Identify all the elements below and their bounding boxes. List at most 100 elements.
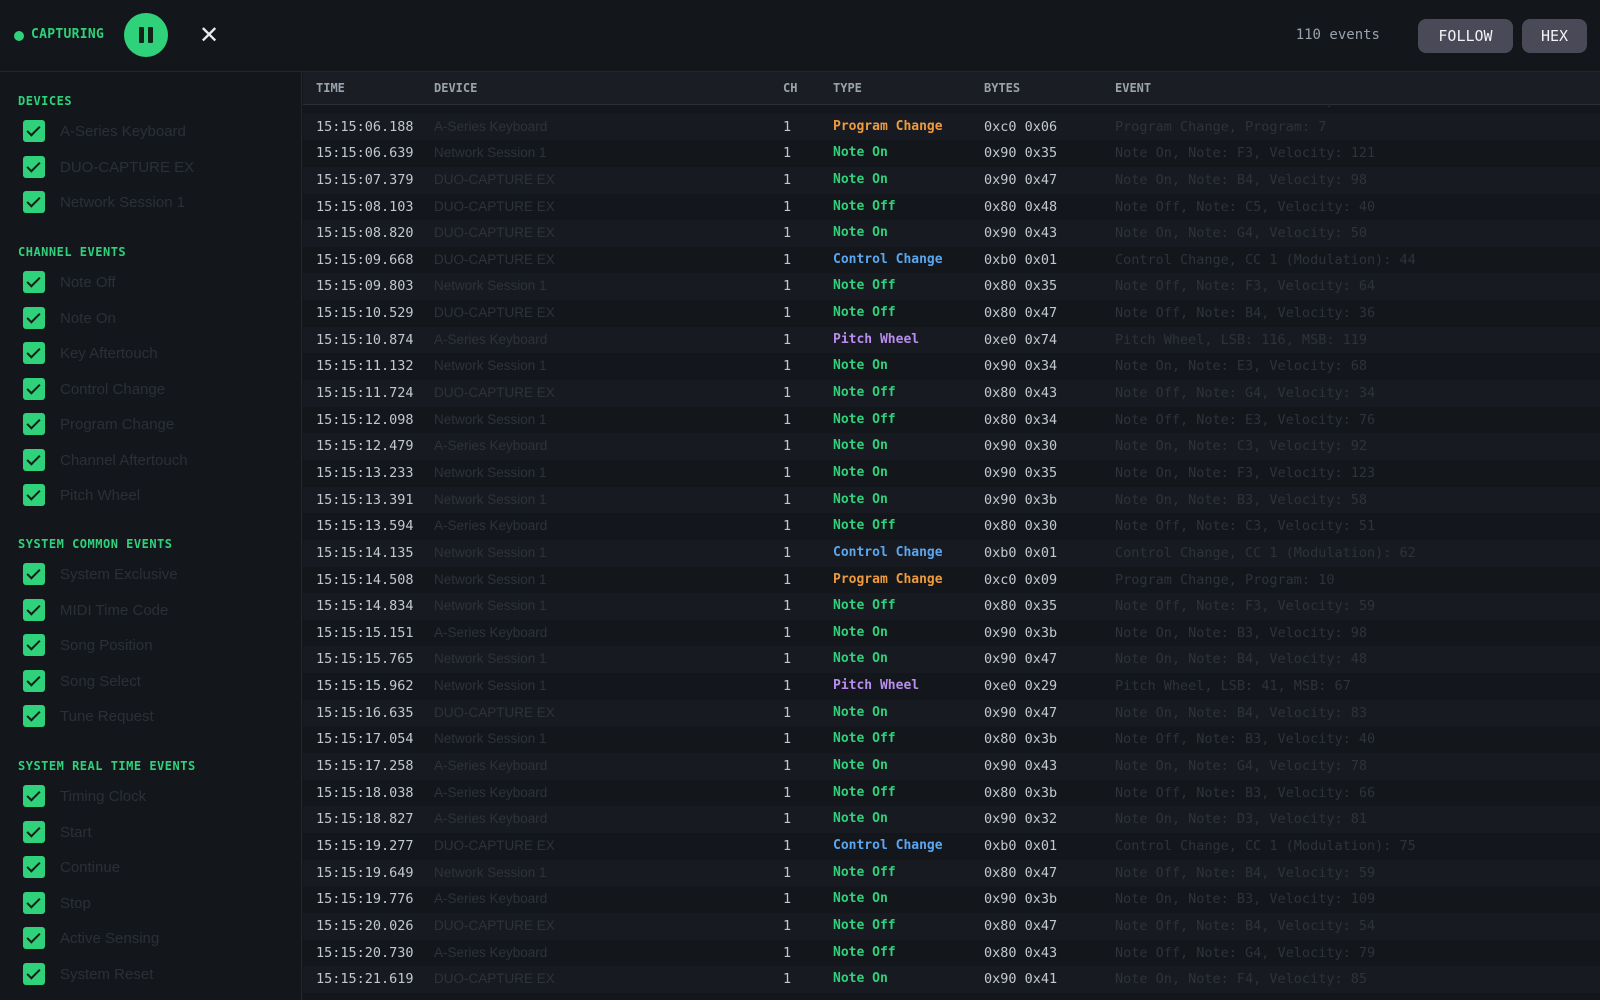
- cell-channel: 1: [783, 118, 792, 135]
- checkbox-checked-icon[interactable]: [23, 705, 45, 727]
- column-header-ch[interactable]: CH: [783, 81, 797, 95]
- filter-option[interactable]: Network Session 1: [23, 191, 293, 215]
- follow-button[interactable]: FOLLOW: [1418, 19, 1513, 53]
- filter-option[interactable]: Program Change: [23, 413, 293, 437]
- cell-time: 15:15:19.277: [316, 837, 414, 854]
- table-row[interactable]: 15:15:08.103 DUO-CAPTURE EX 1 Note Off 0x80 …: [303, 194, 1600, 221]
- table-row[interactable]: 15:15:14.834 Network Session 1 1 Note Off 0x…: [303, 593, 1600, 620]
- checkbox-checked-icon[interactable]: [23, 377, 45, 400]
- table-row[interactable]: 15:15:12.479 A-Series Keyboard 1 Note On 0x9…: [303, 433, 1600, 460]
- table-row[interactable]: 15:15:19.776 A-Series Keyboard 1 Note On 0x9…: [303, 886, 1600, 913]
- filter-option[interactable]: Song Position: [23, 634, 293, 658]
- column-header-type[interactable]: TYPE: [833, 81, 862, 95]
- table-row[interactable]: 15:15:18.827 A-Series Keyboard 1 Note On 0x9…: [303, 806, 1600, 833]
- table-row[interactable]: 15:15:17.054 Network Session 1 1 Note Off 0x…: [303, 726, 1600, 753]
- filter-option[interactable]: Start: [23, 820, 293, 845]
- table-row[interactable]: 15:15:14.508 Network Session 1 1 Program Ch…: [303, 567, 1600, 594]
- column-header-bytes[interactable]: BYTES: [984, 81, 1020, 95]
- filter-option[interactable]: Continue: [23, 856, 293, 880]
- table-row[interactable]: 15:15:11.132 Network Session 1 1 Note On 0x9…: [303, 353, 1600, 380]
- filter-option[interactable]: Tune Request: [23, 705, 293, 729]
- table-row[interactable]: 15:15:08.820 DUO-CAPTURE EX 1 Note On 0x90 0…: [303, 220, 1600, 247]
- table-row[interactable]: 15:15:15.962 Network Session 1 1 Pitch Whee…: [303, 673, 1600, 700]
- checkbox-checked-icon[interactable]: [23, 120, 45, 142]
- filter-option[interactable]: Key Aftertouch: [23, 342, 293, 366]
- checkbox-checked-icon[interactable]: [23, 820, 45, 843]
- cell-device: Network Session 1: [434, 651, 547, 667]
- table-row[interactable]: 15:15:09.668 DUO-CAPTURE EX 1 Control Chang…: [303, 247, 1600, 274]
- cell-device: Network Session 1: [434, 491, 547, 507]
- table-row[interactable]: 15:15:20.730 A-Series Keyboard 1 Note Off 0x…: [303, 940, 1600, 967]
- checkbox-checked-icon[interactable]: [23, 598, 45, 621]
- filter-option[interactable]: System Reset: [23, 962, 293, 987]
- table-body[interactable]: 15:15:05.459 DUO-CAPTURE EX 1 Note On 0x90 0…: [303, 106, 1600, 1000]
- table-row[interactable]: 15:15:17.258 A-Series Keyboard 1 Note On 0x9…: [303, 753, 1600, 780]
- cell-event: Note On, Note: B3, Velocity: 98: [1115, 624, 1367, 641]
- table-row[interactable]: 15:15:14.135 Network Session 1 1 Control Ch…: [303, 539, 1600, 567]
- table-row[interactable]: 15:15:06.188 A-Series Keyboard 1 Program Ch…: [303, 113, 1600, 141]
- table-row[interactable]: 15:15:13.391 Network Session 1 1 Note On 0x9…: [303, 486, 1600, 514]
- column-header-time[interactable]: TIME: [316, 81, 345, 95]
- table-row[interactable]: 15:15:12.098 Network Session 1 1 Note Off 0x…: [303, 407, 1600, 434]
- table-header: TIME DEVICE CH TYPE BYTES EVENT: [303, 72, 1600, 105]
- filter-option[interactable]: Song Select: [23, 669, 293, 694]
- filter-option[interactable]: Note On: [23, 306, 293, 331]
- close-icon[interactable]: ✕: [196, 22, 222, 48]
- table-row[interactable]: 15:15:10.874 A-Series Keyboard 1 Pitch Whee…: [303, 326, 1600, 354]
- checkbox-checked-icon[interactable]: [23, 448, 45, 471]
- filter-option[interactable]: Channel Aftertouch: [23, 448, 293, 473]
- checkbox-checked-icon[interactable]: [23, 484, 45, 506]
- table-row[interactable]: 15:15:20.026 DUO-CAPTURE EX 1 Note Off 0x80 …: [303, 912, 1600, 940]
- checkbox-checked-icon[interactable]: [23, 634, 45, 656]
- table-row[interactable]: 15:15:13.594 A-Series Keyboard 1 Note Off 0x…: [303, 513, 1600, 540]
- pause-button[interactable]: [124, 13, 168, 57]
- table-row[interactable]: 15:15:19.649 Network Session 1 1 Note Off 0x…: [303, 859, 1600, 887]
- filter-option[interactable]: Active Sensing: [23, 927, 293, 951]
- checkbox-checked-icon[interactable]: [23, 962, 45, 985]
- table-row[interactable]: 15:15:05.459 DUO-CAPTURE EX 1 Note On 0x90 0…: [303, 106, 1600, 114]
- checkbox-checked-icon[interactable]: [23, 927, 45, 949]
- table-row[interactable]: 15:15:09.803 Network Session 1 1 Note Off 0x…: [303, 273, 1600, 301]
- cell-channel: 1: [783, 784, 792, 801]
- filter-option[interactable]: A-Series Keyboard: [23, 120, 293, 144]
- table-row[interactable]: 15:15:15.151 A-Series Keyboard 1 Note On 0x9…: [303, 620, 1600, 647]
- checkbox-checked-icon[interactable]: [23, 785, 45, 807]
- table-row[interactable]: 15:15:19.277 DUO-CAPTURE EX 1 Control Chang…: [303, 833, 1600, 860]
- checkbox-checked-icon[interactable]: [23, 271, 45, 293]
- column-header-device[interactable]: DEVICE: [434, 81, 477, 95]
- checkbox-checked-icon[interactable]: [23, 413, 45, 435]
- filter-option[interactable]: MIDI Time Code: [23, 598, 293, 623]
- checkbox-checked-icon[interactable]: [23, 891, 45, 914]
- filter-option[interactable]: System Exclusive: [23, 563, 293, 587]
- table-row[interactable]: 15:15:21.619 DUO-CAPTURE EX 1 Note On 0x90 0…: [303, 966, 1600, 993]
- filter-option[interactable]: Timing Clock: [23, 785, 293, 809]
- checkbox-checked-icon[interactable]: [23, 563, 45, 585]
- cell-device: DUO-CAPTURE EX: [434, 305, 555, 321]
- cell-type: Note Off: [833, 784, 896, 800]
- checkbox-checked-icon[interactable]: [23, 155, 45, 178]
- table-row[interactable]: 15:15:13.233 Network Session 1 1 Note On 0x9…: [303, 460, 1600, 487]
- filter-option[interactable]: Pitch Wheel: [23, 484, 293, 508]
- hex-button[interactable]: HEX: [1522, 19, 1587, 53]
- table-row[interactable]: 15:15:11.724 DUO-CAPTURE EX 1 Note Off 0x80 …: [303, 380, 1600, 407]
- checkbox-checked-icon[interactable]: [23, 856, 45, 878]
- table-row[interactable]: 15:15:15.765 Network Session 1 1 Note On 0x9…: [303, 646, 1600, 674]
- cell-channel: 1: [783, 971, 792, 988]
- cell-bytes: 0x80 0x30: [984, 518, 1058, 535]
- checkbox-checked-icon[interactable]: [23, 669, 45, 692]
- cell-bytes: 0x80 0x34: [984, 411, 1058, 428]
- filter-option[interactable]: Stop: [23, 891, 293, 916]
- table-row[interactable]: 15:15:18.038 A-Series Keyboard 1 Note Off 0x…: [303, 780, 1600, 807]
- filter-option[interactable]: Control Change: [23, 377, 293, 402]
- checkbox-checked-icon[interactable]: [23, 191, 45, 213]
- checkbox-checked-icon[interactable]: [23, 342, 45, 364]
- filter-option[interactable]: Note Off: [23, 271, 293, 295]
- cell-time: 15:15:08.103: [316, 198, 414, 215]
- checkbox-checked-icon[interactable]: [23, 306, 45, 329]
- filter-option[interactable]: DUO-CAPTURE EX: [23, 155, 293, 180]
- table-row[interactable]: 15:15:16.635 DUO-CAPTURE EX 1 Note On 0x90 0…: [303, 699, 1600, 727]
- table-row[interactable]: 15:15:07.379 DUO-CAPTURE EX 1 Note On 0x90 0…: [303, 166, 1600, 194]
- column-header-event[interactable]: EVENT: [1115, 81, 1151, 95]
- table-row[interactable]: 15:15:06.639 Network Session 1 1 Note On 0x9…: [303, 140, 1600, 167]
- table-row[interactable]: 15:15:10.529 DUO-CAPTURE EX 1 Note Off 0x80 …: [303, 300, 1600, 327]
